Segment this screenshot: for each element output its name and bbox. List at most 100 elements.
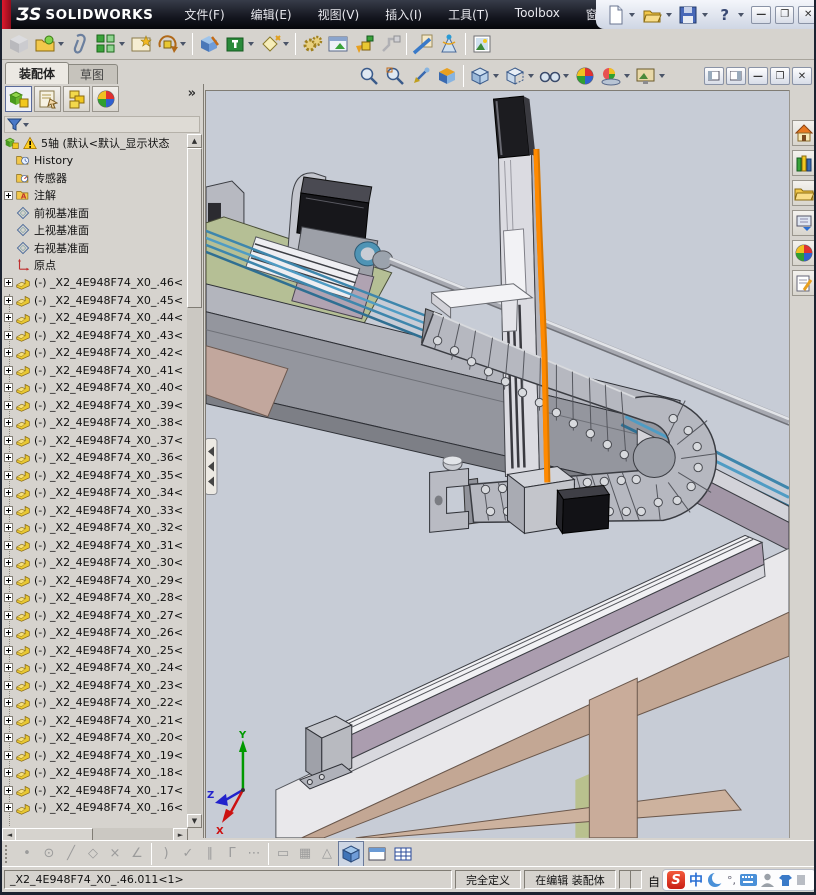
- tree-item-component[interactable]: (-) _X2_4E948F74_X0_.22<: [2, 694, 187, 712]
- explode-line-sketch-button[interactable]: [377, 31, 403, 57]
- menu-item[interactable]: 视图(V): [309, 2, 369, 27]
- doc-restore-button[interactable]: ❐: [770, 67, 790, 85]
- menu-item[interactable]: 编辑(E): [242, 2, 301, 27]
- tree-item-component[interactable]: (-) _X2_4E948F74_X0_.34<: [2, 484, 187, 502]
- snap-point-icon[interactable]: •: [16, 846, 38, 861]
- expander-icon[interactable]: [4, 698, 13, 708]
- linear-component-pattern-button[interactable]: [93, 31, 119, 57]
- tree-item-component[interactable]: (-) _X2_4E948F74_X0_.44<: [2, 309, 187, 327]
- filter-dropdown-icon[interactable]: [23, 122, 29, 127]
- open-dropdown-icon[interactable]: [665, 12, 672, 17]
- tree-item-component[interactable]: (-) _X2_4E948F74_X0_.19<: [2, 747, 187, 765]
- task-pane-resources-button[interactable]: [792, 150, 814, 176]
- expander-icon[interactable]: [4, 593, 13, 603]
- tab-sketch[interactable]: 草图: [66, 64, 118, 84]
- tree-item-component[interactable]: (-) _X2_4E948F74_X0_.36<: [2, 449, 187, 467]
- scene-dropdown-icon[interactable]: [624, 74, 630, 78]
- task-pane-home-button[interactable]: [792, 120, 814, 146]
- snap-angle-snap-icon[interactable]: △: [316, 846, 338, 861]
- ime-account-icon[interactable]: [761, 873, 774, 887]
- simulation-button[interactable]: [436, 31, 462, 57]
- exploded-view-button[interactable]: [351, 31, 377, 57]
- snap-points-icon[interactable]: ⋯: [243, 846, 265, 861]
- tree-item-annotations[interactable]: A 注解: [2, 187, 187, 205]
- expander-icon[interactable]: [4, 663, 13, 673]
- hide-show-items-button[interactable]: [537, 63, 563, 89]
- smart-fasteners-button[interactable]: [128, 31, 154, 57]
- ime-chinese-mode[interactable]: 中: [689, 870, 703, 890]
- tree-item-front-plane[interactable]: 前视基准面: [2, 204, 187, 222]
- expander-icon[interactable]: [4, 803, 13, 813]
- display-style-dropdown-icon[interactable]: [528, 74, 534, 78]
- assembly-features-button[interactable]: [196, 31, 222, 57]
- tree-item-component[interactable]: (-) _X2_4E948F74_X0_.24<: [2, 659, 187, 677]
- task-pane-appearances-button[interactable]: [792, 240, 814, 266]
- move-dropdown-icon[interactable]: [180, 42, 186, 46]
- tree-item-component[interactable]: (-) _X2_4E948F74_X0_.18<: [2, 764, 187, 782]
- tree-item-component[interactable]: (-) _X2_4E948F74_X0_.35<: [2, 467, 187, 485]
- expander-icon[interactable]: [4, 313, 13, 323]
- menu-item[interactable]: 工具(T): [439, 2, 498, 27]
- tab-assembly[interactable]: 装配体: [5, 62, 69, 84]
- expander-icon[interactable]: [4, 400, 13, 410]
- viewport-3d-scene[interactable]: Y Z X: [205, 90, 789, 838]
- expander-icon[interactable]: [4, 715, 13, 725]
- snap-angle-icon[interactable]: ∠: [126, 846, 148, 861]
- tree-item-component[interactable]: (-) _X2_4E948F74_X0_.37<: [2, 432, 187, 450]
- pattern-dropdown-icon[interactable]: [119, 42, 125, 46]
- help-button[interactable]: ?: [713, 4, 736, 26]
- vertical-scroll-thumb[interactable]: [187, 148, 202, 308]
- view-settings-dropdown-icon[interactable]: [659, 74, 665, 78]
- tree-filter-bar[interactable]: [4, 116, 200, 133]
- task-pane-design-library-button[interactable]: [792, 180, 814, 206]
- menu-item[interactable]: Toolbox: [506, 2, 569, 27]
- restore-button[interactable]: ❐: [774, 5, 795, 24]
- ime-punctuation[interactable]: °,: [727, 874, 736, 887]
- snap-tangent-icon[interactable]: ): [155, 846, 177, 861]
- ime-toolbox-icon[interactable]: [797, 873, 805, 887]
- toolbar-drag-handle[interactable]: [5, 844, 10, 863]
- tree-item-component[interactable]: (-) _X2_4E948F74_X0_.17<: [2, 782, 187, 800]
- expander-icon[interactable]: [4, 785, 13, 795]
- pane-left-button[interactable]: [704, 67, 724, 85]
- scroll-down-button[interactable]: ▼: [187, 814, 202, 828]
- tree-item-component[interactable]: (-) _X2_4E948F74_X0_.38<: [2, 414, 187, 432]
- tree-item-sensors[interactable]: 传感器: [2, 169, 187, 187]
- snap-nearest-icon[interactable]: ✓: [177, 846, 199, 861]
- expander-icon[interactable]: [4, 348, 13, 358]
- tree-item-component[interactable]: (-) _X2_4E948F74_X0_.21<: [2, 712, 187, 730]
- doc-minimize-button[interactable]: —: [748, 67, 768, 85]
- reference-geometry-button[interactable]: [257, 31, 283, 57]
- tree-item-component[interactable]: (-) _X2_4E948F74_X0_.28<: [2, 589, 187, 607]
- open-button[interactable]: [640, 4, 663, 26]
- refgeom-dropdown-icon[interactable]: [283, 42, 289, 46]
- expander-icon[interactable]: [4, 435, 13, 445]
- expander-icon[interactable]: [4, 540, 13, 550]
- expander-icon[interactable]: [4, 558, 13, 568]
- expander-icon[interactable]: [4, 680, 13, 690]
- tree-item-component[interactable]: (-) _X2_4E948F74_X0_.45<: [2, 292, 187, 310]
- pane-right-button[interactable]: [726, 67, 746, 85]
- expander-icon[interactable]: [4, 523, 13, 533]
- view-orientation-button[interactable]: [467, 63, 493, 89]
- tab-featuremanager[interactable]: [5, 86, 32, 112]
- section-line-button[interactable]: [410, 31, 436, 57]
- snap-parallel-icon[interactable]: ∥: [199, 846, 221, 861]
- display-style-button[interactable]: [502, 63, 528, 89]
- expander-icon[interactable]: [4, 453, 13, 463]
- tree-item-component[interactable]: (-) _X2_4E948F74_X0_.31<: [2, 537, 187, 555]
- mate-button[interactable]: [67, 31, 93, 57]
- tree-item-component[interactable]: (-) _X2_4E948F74_X0_.23<: [2, 677, 187, 695]
- open-file-button[interactable]: [32, 31, 58, 57]
- expander-icon[interactable]: [4, 330, 13, 340]
- expander-icon[interactable]: [4, 418, 13, 428]
- table-view-button[interactable]: [390, 841, 416, 867]
- snap-center-icon[interactable]: ⊙: [38, 846, 60, 861]
- toolbox-button[interactable]: [222, 31, 248, 57]
- tree-item-component[interactable]: (-) _X2_4E948F74_X0_.33<: [2, 502, 187, 520]
- snap-intersection-icon[interactable]: ×: [104, 846, 126, 861]
- snap-line-icon[interactable]: ╱: [60, 846, 82, 861]
- assembly-transparency-button[interactable]: [325, 31, 351, 57]
- tree-item-component[interactable]: (-) _X2_4E948F74_X0_.46<: [2, 274, 187, 292]
- tree-item-component[interactable]: (-) _X2_4E948F74_X0_.25<: [2, 642, 187, 660]
